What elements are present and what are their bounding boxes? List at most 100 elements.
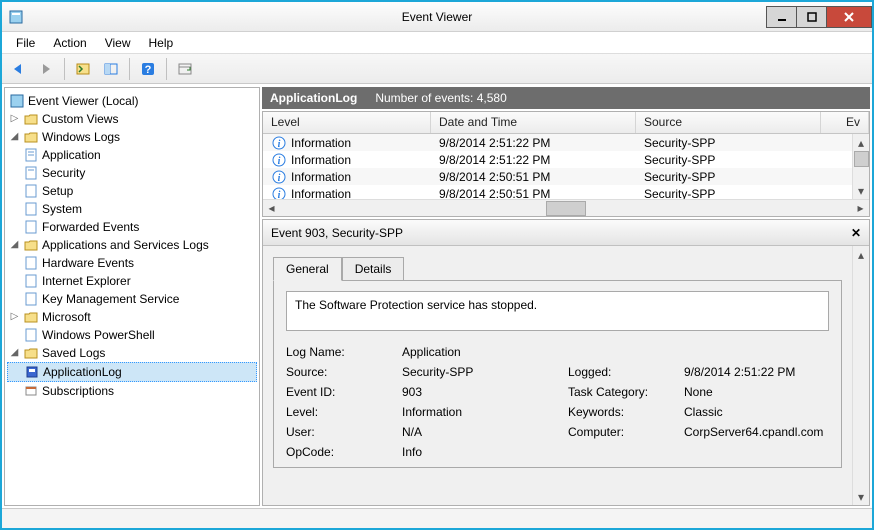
tree-label: Windows Logs: [42, 128, 120, 146]
tree-label: Windows PowerShell: [42, 326, 155, 344]
tree-pane[interactable]: Event Viewer (Local) ▷Custom Views ◢ Wind…: [4, 87, 260, 506]
titlebar[interactable]: Event Viewer: [2, 2, 872, 32]
collapse-icon[interactable]: ◢: [9, 128, 20, 146]
scroll-thumb[interactable]: [546, 201, 586, 216]
menu-action[interactable]: Action: [45, 34, 94, 52]
event-message: The Software Protection service has stop…: [286, 291, 829, 331]
forward-button[interactable]: [34, 57, 58, 81]
grid-body[interactable]: i Information 9/8/2014 2:51:22 PMSecurity-…: [263, 134, 869, 199]
tree-wl-application[interactable]: Application: [7, 146, 257, 164]
lbl-eventid: Event ID:: [286, 385, 396, 399]
back-button[interactable]: [6, 57, 30, 81]
tree-as-hardware[interactable]: Hardware Events: [7, 254, 257, 272]
tab-details[interactable]: Details: [342, 257, 405, 281]
tree-label: Saved Logs: [42, 344, 105, 362]
scroll-up-icon[interactable]: ▴: [853, 134, 869, 151]
tab-page-general: The Software Protection service has stop…: [273, 280, 842, 468]
menu-file[interactable]: File: [8, 34, 43, 52]
menu-help[interactable]: Help: [141, 34, 182, 52]
saved-log-icon: [24, 364, 40, 380]
cell-date: 9/8/2014 2:51:22 PM: [431, 153, 636, 167]
svg-text:i: i: [278, 139, 281, 150]
lbl-computer: Computer:: [568, 425, 678, 439]
toolbar: ?: [2, 54, 872, 84]
log-icon: [23, 147, 39, 163]
log-count: Number of events: 4,580: [375, 91, 506, 105]
val-user: N/A: [402, 425, 562, 439]
log-header: ApplicationLog Number of events: 4,580: [262, 87, 870, 109]
lbl-source: Source:: [286, 365, 396, 379]
detail-close-button[interactable]: ✕: [851, 226, 861, 240]
log-icon: [23, 255, 39, 271]
tree-label: Internet Explorer: [42, 272, 131, 290]
subscriptions-icon: [23, 383, 39, 399]
tree-label: Subscriptions: [42, 382, 114, 400]
detail-vscrollbar[interactable]: ▴ ▾: [852, 246, 869, 505]
tree-windows-logs[interactable]: ◢ Windows Logs: [7, 128, 257, 146]
events-grid: Level Date and Time Source Ev iInformati…: [262, 111, 870, 217]
info-icon: i: [271, 152, 287, 168]
val-task: None: [684, 385, 829, 399]
help-button[interactable]: ?: [136, 57, 160, 81]
scroll-left-icon[interactable]: ◂: [263, 200, 280, 216]
cell-date: 9/8/2014 2:50:51 PM: [431, 170, 636, 184]
show-hide-tree-button[interactable]: [71, 57, 95, 81]
tree-wl-forwarded[interactable]: Forwarded Events: [7, 218, 257, 236]
val-eventid: 903: [402, 385, 562, 399]
tree-wl-setup[interactable]: Setup: [7, 182, 257, 200]
scroll-thumb[interactable]: [854, 151, 869, 167]
tree-label: Security: [42, 164, 85, 182]
tree-saved-applicationlog[interactable]: ApplicationLog: [7, 362, 257, 382]
tree-as-ie[interactable]: Internet Explorer: [7, 272, 257, 290]
detail-tabs: General Details: [273, 256, 842, 280]
folder-icon: [23, 237, 39, 253]
expand-icon[interactable]: ▷: [9, 110, 20, 128]
folder-icon: [23, 345, 39, 361]
cell-level: Information: [291, 153, 351, 167]
tree-as-kms[interactable]: Key Management Service: [7, 290, 257, 308]
eventviewer-icon: [9, 93, 25, 109]
tree-as-microsoft[interactable]: ▷ Microsoft: [7, 308, 257, 326]
tab-general[interactable]: General: [273, 257, 342, 281]
tree-subscriptions[interactable]: Subscriptions: [7, 382, 257, 400]
tree-custom-views[interactable]: ▷Custom Views: [7, 110, 257, 128]
svg-text:i: i: [278, 173, 281, 184]
tree-apps-services[interactable]: ◢Applications and Services Logs: [7, 236, 257, 254]
col-eventid[interactable]: Ev: [821, 112, 869, 133]
cell-date: 9/8/2014 2:50:51 PM: [431, 187, 636, 200]
toolbar-separator: [129, 58, 130, 80]
tree-root[interactable]: Event Viewer (Local): [7, 92, 257, 110]
col-level[interactable]: Level: [263, 112, 431, 133]
status-bar: [2, 508, 872, 528]
scroll-right-icon[interactable]: ▸: [852, 200, 869, 216]
grid-vscrollbar[interactable]: ▴ ▾: [852, 134, 869, 199]
scroll-down-icon[interactable]: ▾: [853, 488, 869, 505]
collapse-icon[interactable]: ◢: [9, 236, 20, 254]
refresh-button[interactable]: [173, 57, 197, 81]
table-row[interactable]: iInformation9/8/2014 2:51:22 PMSecurity-…: [263, 151, 869, 168]
col-date[interactable]: Date and Time: [431, 112, 636, 133]
expand-icon[interactable]: ▷: [9, 308, 20, 326]
panes-button[interactable]: [99, 57, 123, 81]
log-icon: [23, 327, 39, 343]
scroll-up-icon[interactable]: ▴: [853, 246, 869, 263]
menu-view[interactable]: View: [97, 34, 139, 52]
tree-as-wps[interactable]: Windows PowerShell: [7, 326, 257, 344]
grid-hscrollbar[interactable]: ◂ ▸: [263, 199, 869, 216]
collapse-icon[interactable]: ◢: [9, 344, 20, 362]
tree-saved-logs[interactable]: ◢ Saved Logs: [7, 344, 257, 362]
table-row[interactable]: iInformation9/8/2014 2:50:51 PMSecurity-…: [263, 185, 869, 199]
cell-level: Information: [291, 187, 351, 200]
table-row[interactable]: iInformation9/8/2014 2:51:22 PMSecurity-…: [263, 134, 869, 151]
svg-text:i: i: [278, 190, 281, 200]
tree-wl-security[interactable]: Security: [7, 164, 257, 182]
cell-source: Security-SPP: [636, 136, 821, 150]
val-opcode: Info: [402, 445, 562, 459]
tree-label: Forwarded Events: [42, 218, 139, 236]
info-icon: i: [271, 186, 287, 200]
tree-label: Microsoft: [42, 308, 91, 326]
tree-wl-system[interactable]: System: [7, 200, 257, 218]
scroll-down-icon[interactable]: ▾: [853, 182, 869, 199]
col-source[interactable]: Source: [636, 112, 821, 133]
table-row[interactable]: iInformation9/8/2014 2:50:51 PMSecurity-…: [263, 168, 869, 185]
